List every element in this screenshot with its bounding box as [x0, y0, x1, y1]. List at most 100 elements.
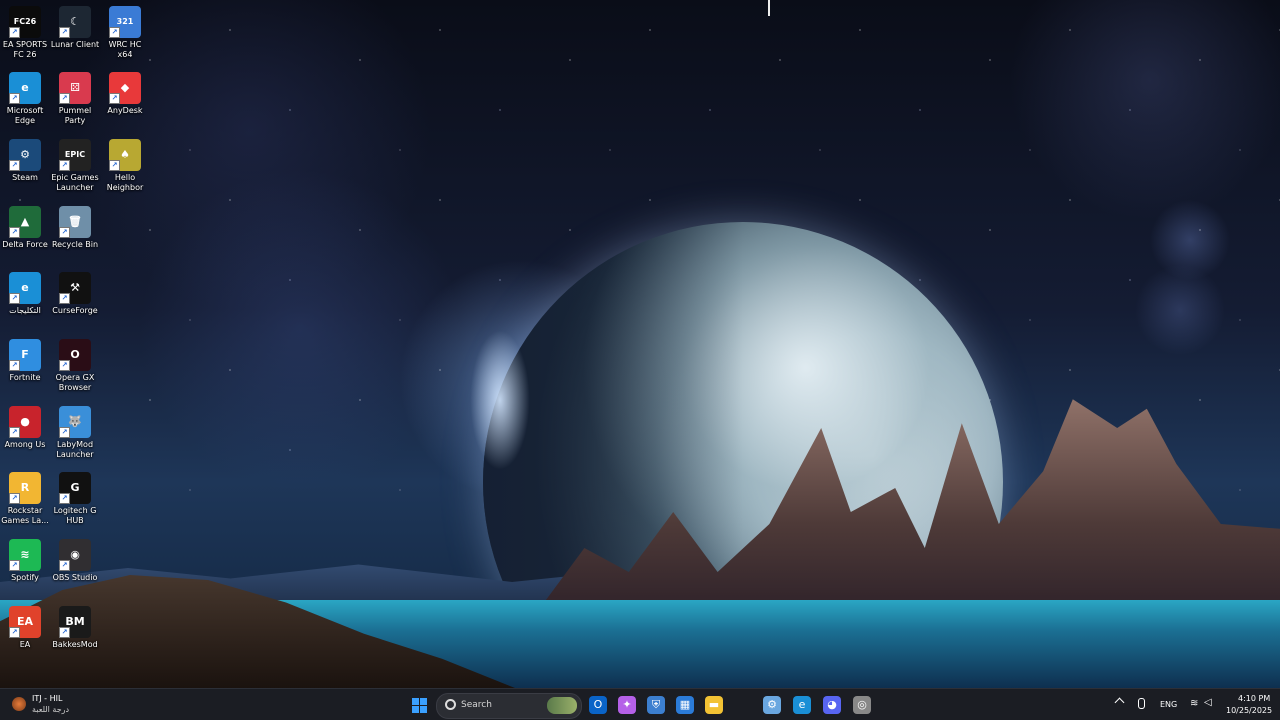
language-indicator[interactable]: ENG — [1160, 700, 1177, 709]
discord-glyph: ◕ — [823, 696, 841, 714]
shortcut-arrow-icon: ↗ — [59, 293, 70, 304]
desktop-shortcut[interactable]: 321 ↗ WRC HC x64 — [100, 6, 150, 60]
desktop-shortcut-label: Epic Games Launcher — [51, 173, 99, 192]
desktop-shortcut-label: التكليجات — [9, 306, 41, 315]
desktop-shortcut-label: Opera GX Browser — [55, 373, 95, 392]
file-explorer-glyph: ▬ — [705, 696, 723, 714]
file-explorer-icon[interactable]: ▬ — [702, 693, 726, 717]
desktop-shortcut[interactable]: FC26 ↗ EA SPORTS FC 26 — [0, 6, 50, 60]
shortcut-arrow-icon: ↗ — [9, 27, 20, 38]
desktop-shortcut-label: BakkesMod — [52, 640, 98, 649]
desktop-shortcut-label: Fortnite — [9, 373, 41, 382]
pummel-party-icon: ⚄ ↗ — [59, 72, 91, 104]
shortcut-arrow-icon: ↗ — [59, 227, 70, 238]
desktop-shortcut-label: Spotify — [11, 573, 39, 582]
outlook-icon[interactable]: O — [586, 693, 610, 717]
shortcut-arrow-icon: ↗ — [59, 27, 70, 38]
hello-neighbor-icon: ♠ ↗ — [109, 139, 141, 171]
windows-logo-icon — [411, 697, 427, 713]
ea-sports-fc-icon: FC26 ↗ — [9, 6, 41, 38]
desktop-shortcut[interactable]: ≋ ↗ Spotify — [0, 539, 50, 583]
edge-icon: e ↗ — [9, 272, 41, 304]
steam-icon: ⚙ ↗ — [9, 139, 41, 171]
desktop-shortcut[interactable]: BM ↗ BakkesMod — [50, 606, 100, 650]
system-tray: ENG ≋ ◁ 4:10 PM 10/25/2025 — [1112, 689, 1280, 720]
mouse-cursor — [768, 0, 770, 16]
clock-time[interactable]: 4:10 PM — [1238, 694, 1270, 703]
weather-widget[interactable]: ITJ - HIL درجة اللعبة — [10, 693, 100, 717]
shortcut-arrow-icon: ↗ — [109, 27, 120, 38]
desktop-shortcut[interactable]: F ↗ Fortnite — [0, 339, 50, 383]
weather-icon — [12, 697, 26, 711]
desktop-shortcut-label: Microsoft Edge — [6, 106, 44, 125]
desktop-shortcut-label: Hello Neighbor — [106, 173, 144, 192]
shield-glyph: ⛨ — [647, 696, 665, 714]
chrome-icon[interactable]: ◎ — [850, 693, 874, 717]
desktop-shortcut-label: CurseForge — [52, 306, 98, 315]
desktop-shortcut[interactable]: EPIC ↗ Epic Games Launcher — [50, 139, 100, 193]
desktop-shortcut-label: AnyDesk — [107, 106, 143, 115]
shortcut-arrow-icon: ↗ — [59, 493, 70, 504]
desktop-shortcut[interactable]: ⚒ ↗ CurseForge — [50, 272, 100, 316]
obs-icon: ◉ ↗ — [59, 539, 91, 571]
steam-tray-app-icon[interactable]: ⚙ — [760, 693, 784, 717]
search-highlight-icon — [547, 697, 577, 714]
rockstar-icon: R ↗ — [9, 472, 41, 504]
among-us-icon: ● ↗ — [9, 406, 41, 438]
desktop-shortcut[interactable]: 🗑 ↗ Recycle Bin — [50, 206, 100, 250]
ea-icon: EA ↗ — [9, 606, 41, 638]
volume-icon[interactable]: ◁ — [1204, 697, 1212, 708]
wifi-icon[interactable]: ≋ — [1190, 698, 1198, 709]
desktop-shortcut-label: Lunar Client — [50, 40, 100, 49]
desktop-shortcut[interactable]: ☾ ↗ Lunar Client — [50, 6, 100, 50]
desktop-shortcut[interactable]: ● ↗ Among Us — [0, 406, 50, 450]
desktop-shortcut[interactable]: G ↗ Logitech G HUB — [50, 472, 100, 526]
recycle-bin-icon: 🗑 ↗ — [59, 206, 91, 238]
shortcut-arrow-icon: ↗ — [59, 627, 70, 638]
desktop-shortcut[interactable]: O ↗ Opera GX Browser — [50, 339, 100, 393]
weather-subtitle: درجة اللعبة — [32, 705, 70, 714]
desktop-shortcut-label: Recycle Bin — [51, 240, 99, 249]
desktop-shortcut[interactable]: ◆ ↗ AnyDesk — [100, 72, 150, 116]
labymod-icon: 🐺 ↗ — [59, 406, 91, 438]
epic-games-icon: EPIC ↗ — [59, 139, 91, 171]
desktop-shortcut-label: OBS Studio — [52, 573, 98, 582]
desktop-shortcut[interactable]: ⚙ ↗ Steam — [0, 139, 50, 183]
weather-title: ITJ - HIL — [32, 694, 63, 703]
taskbar-search-box[interactable]: Search — [436, 693, 582, 719]
shortcut-arrow-icon: ↗ — [9, 93, 20, 104]
desktop-shortcut[interactable]: e ↗ Microsoft Edge — [0, 72, 50, 126]
desktop-shortcut[interactable]: ▲ ↗ Delta Force — [0, 206, 50, 250]
copilot-icon[interactable]: ✦ — [615, 693, 639, 717]
logitech-g-icon: G ↗ — [59, 472, 91, 504]
anydesk-icon: ◆ ↗ — [109, 72, 141, 104]
chrome-glyph: ◎ — [853, 696, 871, 714]
desktop-shortcut[interactable]: ◉ ↗ OBS Studio — [50, 539, 100, 583]
desktop-shortcut[interactable]: e ↗ التكليجات — [0, 272, 50, 316]
moon-glow — [470, 330, 530, 470]
store-icon[interactable]: ▦ — [673, 693, 697, 717]
desktop-shortcut[interactable]: ♠ ↗ Hello Neighbor — [100, 139, 150, 193]
edge-taskbar-glyph: e — [793, 696, 811, 714]
shortcut-arrow-icon: ↗ — [9, 227, 20, 238]
steam-tray-app-glyph: ⚙ — [763, 696, 781, 714]
start-button[interactable] — [407, 693, 431, 717]
taskbar: ITJ - HIL درجة اللعبة Search O ✦ ⛨ ▦ ▬ ⚙ e ◕ ◎ E… — [0, 688, 1280, 720]
desktop-shortcut-label: Pummel Party — [58, 106, 92, 125]
desktop-shortcut[interactable]: R ↗ Rockstar Games La... — [0, 472, 50, 526]
shield-icon[interactable]: ⛨ — [644, 693, 668, 717]
microphone-icon[interactable] — [1138, 698, 1145, 709]
discord-icon[interactable]: ◕ — [820, 693, 844, 717]
desktop-shortcut-label: Among Us — [4, 440, 46, 449]
desktop-shortcut[interactable]: ⚄ ↗ Pummel Party — [50, 72, 100, 126]
edge-taskbar-icon[interactable]: e — [790, 693, 814, 717]
clapperboard-icon: 321 ↗ — [109, 6, 141, 38]
desktop-shortcut-label: Steam — [12, 173, 38, 182]
chevron-up-icon[interactable] — [1114, 697, 1125, 708]
shortcut-arrow-icon: ↗ — [59, 427, 70, 438]
desktop-shortcut-label: LabyMod Launcher — [56, 440, 94, 459]
desktop-shortcut[interactable]: EA ↗ EA — [0, 606, 50, 650]
clock-date[interactable]: 10/25/2025 — [1226, 706, 1272, 715]
shortcut-arrow-icon: ↗ — [59, 560, 70, 571]
desktop-shortcut[interactable]: 🐺 ↗ LabyMod Launcher — [50, 406, 100, 460]
